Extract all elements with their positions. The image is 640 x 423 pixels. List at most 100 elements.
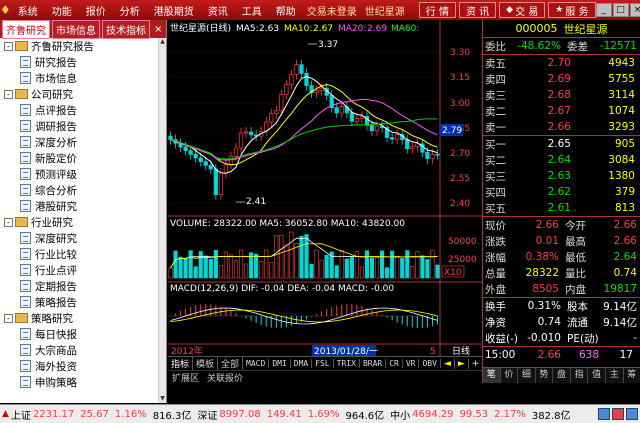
quote-tab[interactable]: 指	[571, 368, 589, 383]
sz-index-pct: 1.69%	[307, 408, 340, 420]
ask-level[interactable]: 卖四 2.69 5755	[483, 71, 640, 87]
collapse-icon[interactable]: -	[4, 217, 13, 227]
tree-item[interactable]: 市场信息	[2, 70, 166, 86]
menu-tools[interactable]: 工具	[235, 3, 269, 18]
document-icon	[20, 328, 31, 340]
tree-group[interactable]: - 行业研究	[2, 214, 166, 230]
collapse-icon[interactable]: -	[4, 41, 13, 51]
bid-level[interactable]: 买一 2.65 905	[483, 136, 640, 152]
volume-bar	[435, 264, 440, 279]
tab-vr[interactable]: VR	[403, 359, 420, 368]
ask-level[interactable]: 卖一 2.66 3293	[483, 119, 640, 135]
quote-tab[interactable]: 笔	[483, 368, 501, 383]
network-icon[interactable]	[598, 408, 610, 420]
tree-item[interactable]: 研究报告	[2, 54, 166, 70]
quote-button[interactable]: 行 情	[418, 2, 456, 18]
ask-level[interactable]: 卖五 2.70 4943	[483, 55, 640, 71]
kline-chart[interactable]: 世纪星源(日线) MA5: 2.63 MA10: 2.67 MA20: 2.69…	[168, 20, 482, 365]
quote-tab[interactable]: 主	[606, 368, 624, 383]
tab-tech-indicator[interactable]: 技术指标	[102, 20, 150, 39]
trade-button[interactable]: ◆ 交 易	[499, 2, 546, 18]
tab-extension-area[interactable]: 扩展区	[168, 371, 203, 384]
bid-level[interactable]: 买四 2.62 379	[483, 184, 640, 200]
tree-item[interactable]: 预测评级	[2, 166, 166, 182]
tab-trix[interactable]: TRIX	[334, 359, 360, 368]
menu-quote[interactable]: 报价	[79, 3, 113, 18]
quote-tab[interactable]: 筹	[624, 368, 640, 383]
tab-dmi[interactable]: DMI	[269, 359, 291, 368]
ask-level[interactable]: 卖三 2.68 3114	[483, 87, 640, 103]
sme-index-label[interactable]: 中小	[390, 407, 410, 422]
tree-item[interactable]: 点评报告	[2, 102, 166, 118]
stat-value: 19817	[603, 283, 637, 295]
panel-close-icon[interactable]: ×	[152, 24, 164, 35]
tree-item[interactable]: 港股研究	[2, 198, 166, 214]
volume-bar	[294, 243, 299, 279]
minimize-button[interactable]: _	[595, 3, 612, 17]
menu-function[interactable]: 功能	[45, 3, 79, 18]
ask-level[interactable]: 卖二 2.67 1074	[483, 103, 640, 119]
sz-index-label[interactable]: 深证	[197, 407, 217, 422]
collapse-icon[interactable]: -	[4, 313, 13, 323]
tree-item[interactable]: 深度分析	[2, 134, 166, 150]
tab-obv[interactable]: OBV	[419, 359, 441, 368]
tab-macd[interactable]: MACD	[243, 359, 270, 368]
tab-next-icon[interactable]: ►	[455, 358, 469, 369]
tab-dma[interactable]: DMA	[291, 359, 313, 368]
settings-icon[interactable]	[626, 408, 638, 420]
tree-group[interactable]: - 策略研究	[2, 310, 166, 326]
service-button[interactable]: ★ 服 务	[548, 2, 596, 18]
collapse-icon[interactable]: -	[4, 89, 13, 99]
menu-system[interactable]: 系统	[11, 3, 45, 18]
tab-related-quotes[interactable]: 关联报价	[203, 371, 247, 384]
bid-level[interactable]: 买三 2.63 1380	[483, 168, 640, 184]
login-status[interactable]: 交易未登录	[303, 3, 361, 18]
tree-item[interactable]: 调研报告	[2, 118, 166, 134]
menu-hk-futures[interactable]: 港股期货	[147, 3, 201, 18]
tree-group[interactable]: - 齐鲁研究报告	[2, 38, 166, 54]
maximize-button[interactable]: □	[612, 3, 629, 17]
scroll-up-icon[interactable]: ▲	[159, 38, 166, 46]
quote-tab[interactable]: 价	[501, 368, 519, 383]
stat-value: 28322	[525, 267, 559, 279]
tree-item[interactable]: 每日快报	[2, 326, 166, 342]
menu-info[interactable]: 资讯	[201, 3, 235, 18]
tree-item[interactable]: 定期报告	[2, 278, 166, 294]
tree-item[interactable]: 深度研究	[2, 230, 166, 246]
level-price: 2.64	[547, 154, 571, 166]
weicha-value: -12571	[599, 40, 637, 52]
tree-item[interactable]: 申购策略	[2, 374, 166, 390]
tab-indicator[interactable]: 指标	[168, 357, 194, 370]
tree-item[interactable]: 新股定价	[2, 150, 166, 166]
tab-qilu-research[interactable]: 齐鲁研究	[2, 20, 50, 39]
tree-item[interactable]: 行业点评	[2, 262, 166, 278]
quote-tab[interactable]: 盘	[553, 368, 571, 383]
tab-brar[interactable]: BRAR	[360, 359, 387, 368]
tab-market-info[interactable]: 市场信息	[52, 20, 100, 39]
tree-item[interactable]: 大宗商品	[2, 342, 166, 358]
menu-analysis[interactable]: 分析	[113, 3, 147, 18]
price-grid	[168, 51, 440, 204]
quote-tab[interactable]: 值	[588, 368, 606, 383]
tree-item[interactable]: 行业比较	[2, 246, 166, 262]
tree-item[interactable]: 综合分析	[2, 182, 166, 198]
tree-scrollbar[interactable]: ▲ ▼	[158, 38, 166, 403]
alert-icon[interactable]	[612, 408, 624, 420]
bid-level[interactable]: 买二 2.64 3084	[483, 152, 640, 168]
tab-fsl[interactable]: FSL	[312, 359, 334, 368]
quote-tab[interactable]: 细	[518, 368, 536, 383]
tree-item[interactable]: 策略报告	[2, 294, 166, 310]
menu-help[interactable]: 帮助	[269, 3, 303, 18]
tree-group[interactable]: - 公司研究	[2, 86, 166, 102]
tab-template[interactable]: 模板	[193, 357, 219, 370]
tab-prev-icon[interactable]: ◄	[441, 358, 455, 369]
bid-level[interactable]: 买五 2.61 813	[483, 200, 640, 216]
close-button[interactable]: ×	[629, 3, 640, 17]
scroll-down-icon[interactable]: ▼	[159, 395, 166, 403]
tab-all[interactable]: 全部	[218, 357, 244, 370]
sh-index-label[interactable]: 上证	[11, 407, 31, 422]
tab-cr[interactable]: CR	[386, 359, 403, 368]
tree-item[interactable]: 海外投资	[2, 358, 166, 374]
quote-tab[interactable]: 势	[536, 368, 554, 383]
news-button[interactable]: 资 讯	[458, 2, 497, 18]
